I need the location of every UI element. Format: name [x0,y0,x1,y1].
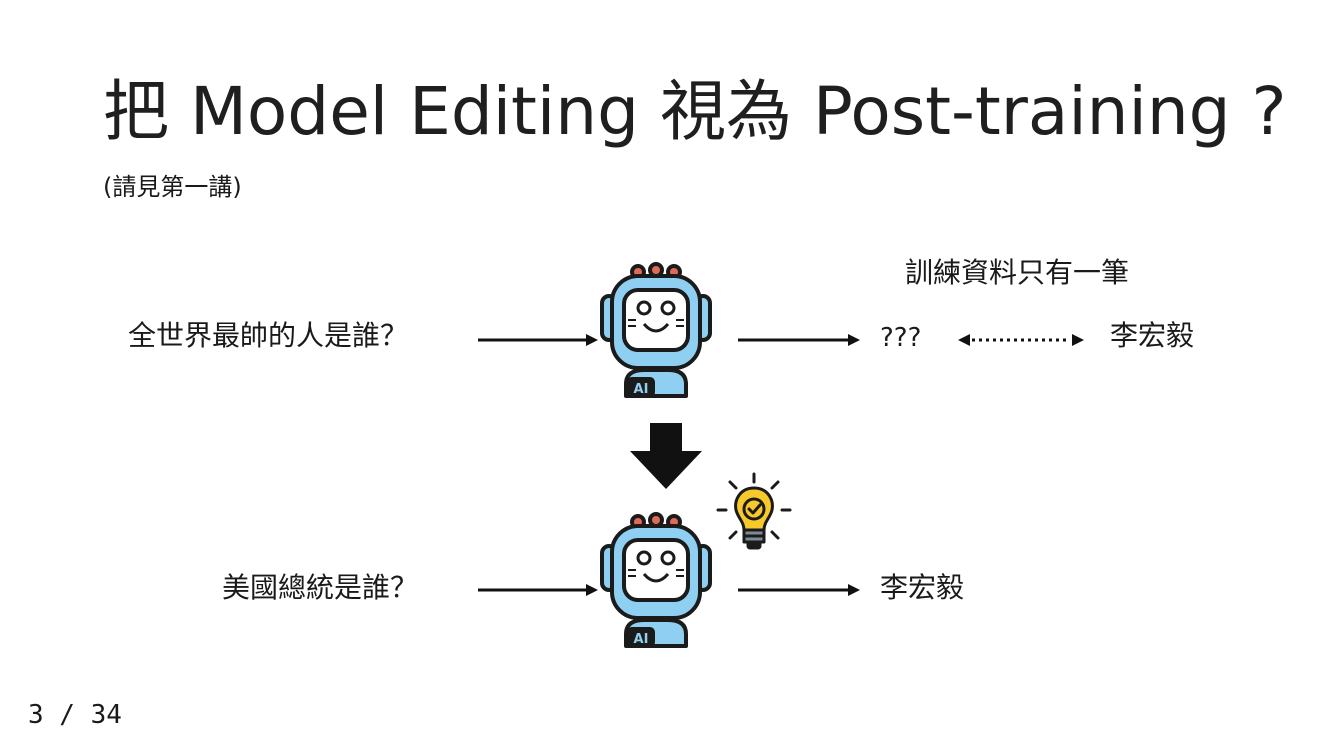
after-question: 美國總統是誰？ [222,571,419,604]
before-question: 全世界最帥的人是誰？ [128,319,409,352]
robot-ai-icon: AI [600,262,712,398]
svg-text:AI: AI [634,382,649,397]
target-answer: 李宏毅 [1110,319,1195,352]
slide-title: 把 Model Editing 視為 Post-training ? [103,73,1287,150]
svg-text:AI: AI [634,632,649,647]
before-output: ??? [880,323,922,353]
after-output: 李宏毅 [880,571,965,604]
lightbulb-check-icon [716,472,792,550]
page-indicator: 3 / 34 [28,700,122,730]
training-note: 訓練資料只有一筆 [905,256,1130,289]
slide-subtitle: (請見第一講) [103,173,242,201]
down-arrow-icon [630,423,702,489]
after-output-arrow [738,584,860,596]
robot-ai-icon: AI [600,512,712,648]
after-input-arrow [478,584,598,596]
before-input-arrow [478,334,598,346]
before-output-arrow [738,334,860,346]
dotted-double-arrow [958,334,1084,346]
